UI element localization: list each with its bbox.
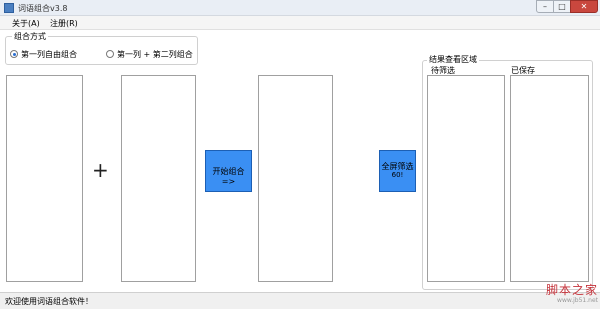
watermark-logo: 脚本之家 www.jb51.net (518, 284, 598, 308)
fullscreen-filter-label: 全屏筛选 (381, 162, 414, 171)
radio-first-column-free[interactable] (10, 50, 18, 58)
title-bar: 词语组合v3.8 – □ ✕ (0, 0, 600, 16)
combo-mode-label: 组合方式 (12, 31, 48, 42)
saved-list[interactable] (510, 75, 589, 282)
status-bar: 欢迎使用词语组合软件！ (0, 292, 600, 309)
watermark-text: 脚本之家 (545, 283, 598, 297)
fullscreen-filter-count: 60! (391, 171, 404, 179)
maximize-button[interactable]: □ (553, 0, 571, 13)
combined-result-list[interactable] (258, 75, 333, 282)
plus-sign: + (92, 158, 109, 182)
watermark-url: www.jb51.net (557, 297, 598, 304)
pending-list[interactable] (427, 75, 505, 282)
menu-register[interactable]: 注册(R) (50, 18, 78, 29)
window-title: 词语组合v3.8 (18, 4, 68, 13)
radio-label-first-column-free[interactable]: 第一列自由组合 (21, 49, 77, 60)
menu-about[interactable]: 关于(A) (12, 18, 40, 29)
word-list-column-1[interactable] (6, 75, 83, 282)
fullscreen-filter-button[interactable]: 全屏筛选 60! (379, 150, 416, 192)
close-button[interactable]: ✕ (570, 0, 598, 13)
radio-label-first-plus-second[interactable]: 第一列 + 第二列组合 (117, 49, 193, 60)
app-icon (4, 3, 14, 13)
word-list-column-2[interactable] (121, 75, 196, 282)
start-combine-button[interactable]: 开始组合=> (205, 150, 252, 192)
minimize-button[interactable]: – (536, 0, 554, 13)
results-label: 结果查看区域 (427, 54, 479, 65)
radio-first-plus-second[interactable] (106, 50, 114, 58)
menu-bar: 关于(A) 注册(R) (0, 16, 600, 30)
status-text: 欢迎使用词语组合软件！ (5, 297, 93, 306)
